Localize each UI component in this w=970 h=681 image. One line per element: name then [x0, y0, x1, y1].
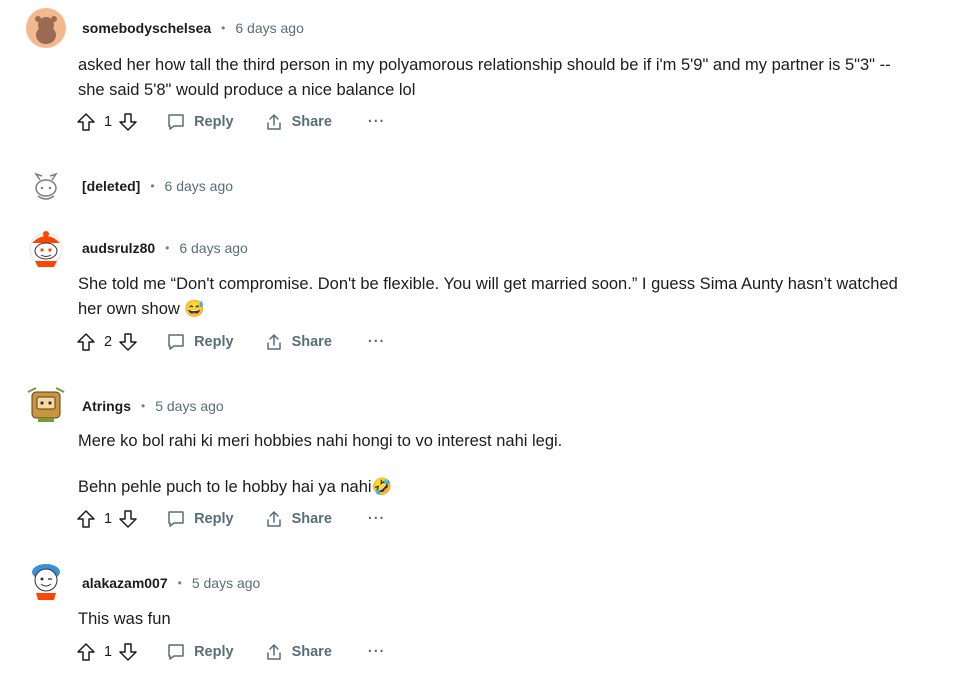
more-options-button[interactable]: ··· — [368, 334, 386, 350]
vote-count: 1 — [104, 114, 113, 130]
share-icon — [266, 114, 281, 130]
vote-count: 1 — [104, 511, 113, 527]
share-icon — [266, 511, 281, 527]
timestamp[interactable]: 5 days ago — [192, 575, 261, 591]
downvote-icon[interactable] — [118, 509, 138, 529]
upvote-icon[interactable] — [76, 509, 96, 529]
user-avatar[interactable] — [26, 560, 66, 600]
author-name[interactable]: audsrulz80 — [82, 240, 155, 256]
comment-meta: somebodyschelsea • 6 days ago — [82, 20, 304, 36]
downvote-icon[interactable] — [118, 112, 138, 132]
comment-actions: 1 Reply Share ··· — [76, 640, 385, 664]
comment-bubble-icon — [168, 511, 184, 527]
reply-button[interactable]: Reply — [166, 112, 234, 132]
reply-button[interactable]: Reply — [166, 509, 234, 529]
upvote-icon[interactable] — [76, 642, 96, 662]
comment-bubble-icon — [168, 644, 184, 660]
vote-group: 2 — [76, 332, 138, 352]
share-button[interactable]: Share — [264, 642, 332, 662]
comment-bubble-icon — [168, 334, 184, 350]
share-icon — [266, 644, 281, 660]
user-avatar[interactable] — [26, 8, 66, 48]
user-avatar[interactable] — [26, 384, 66, 424]
vote-group: 1 — [76, 509, 138, 529]
comment-meta: alakazam007 • 5 days ago — [82, 575, 261, 591]
comment-actions: 1 Reply Share ··· — [76, 507, 385, 531]
comment-body: Mere ko bol rahi ki meri hobbies nahi ho… — [78, 432, 563, 496]
comment-bubble-icon — [168, 114, 184, 130]
more-options-button[interactable]: ··· — [368, 644, 386, 660]
share-button[interactable]: Share — [264, 509, 332, 529]
share-button[interactable]: Share — [264, 332, 332, 352]
comment-meta: Atrings • 5 days ago — [82, 398, 224, 414]
upvote-icon[interactable] — [76, 112, 96, 132]
author-name[interactable]: alakazam007 — [82, 575, 168, 591]
vote-count: 1 — [104, 644, 113, 660]
comment-meta: audsrulz80 • 6 days ago — [82, 240, 248, 256]
upvote-icon[interactable] — [76, 332, 96, 352]
author-name[interactable]: somebodyschelsea — [82, 20, 211, 36]
reply-button[interactable]: Reply — [166, 642, 234, 662]
more-options-button[interactable]: ··· — [368, 114, 386, 130]
timestamp[interactable]: 6 days ago — [179, 240, 248, 256]
vote-group: 1 — [76, 112, 138, 132]
downvote-icon[interactable] — [118, 332, 138, 352]
author-name[interactable]: Atrings — [82, 398, 131, 414]
reply-button[interactable]: Reply — [166, 332, 234, 352]
comment-body: asked her how tall the third person in m… — [78, 56, 891, 99]
share-button[interactable]: Share — [264, 112, 332, 132]
more-options-button[interactable]: ··· — [368, 511, 386, 527]
comment-body: This was fun — [78, 610, 171, 628]
deleted-user-avatar — [34, 172, 58, 200]
comment-meta: [deleted] • 6 days ago — [82, 178, 234, 194]
comment-actions: 1 Reply Share ··· — [76, 110, 385, 134]
vote-group: 1 — [76, 642, 138, 662]
author-name: [deleted] — [82, 178, 141, 194]
share-icon — [266, 334, 281, 350]
comment-actions: 2 Reply Share ··· — [76, 330, 385, 354]
timestamp[interactable]: 5 days ago — [155, 398, 224, 414]
user-avatar[interactable] — [26, 227, 66, 267]
timestamp[interactable]: 6 days ago — [235, 20, 304, 36]
downvote-icon[interactable] — [118, 642, 138, 662]
comment-body: She told me “Don't compromise. Don't be … — [78, 275, 898, 318]
vote-count: 2 — [104, 334, 113, 350]
timestamp[interactable]: 6 days ago — [165, 178, 234, 194]
